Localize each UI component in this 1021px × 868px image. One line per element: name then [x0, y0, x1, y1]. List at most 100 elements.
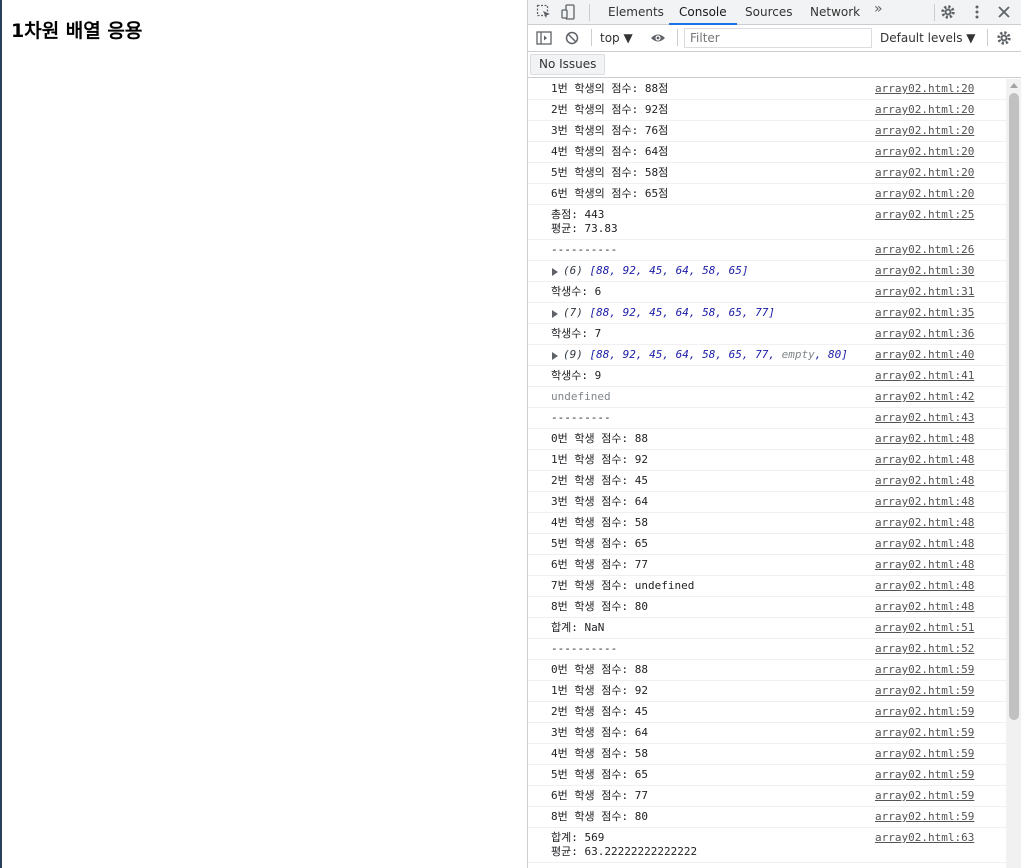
tab-network[interactable]: Network [810, 0, 860, 25]
array-item: 88 [596, 348, 610, 361]
source-link[interactable]: array02.html:48 [875, 495, 974, 509]
settings-gear-icon[interactable] [940, 4, 956, 20]
source-link[interactable]: array02.html:20 [875, 124, 974, 138]
console-message: 6번 학생 점수: 77 array02.html:48 [528, 555, 1006, 576]
array-item: 88 [596, 306, 610, 319]
console-message: undefined array02.html:42 [528, 387, 1006, 408]
source-link[interactable]: array02.html:59 [875, 684, 974, 698]
tab-elements[interactable]: Elements [608, 0, 664, 25]
array-item: 92 [622, 306, 636, 319]
source-link[interactable]: array02.html:59 [875, 726, 974, 740]
console-message: --------- array02.html:43 [528, 408, 1006, 429]
source-link[interactable]: array02.html:63 [875, 831, 974, 845]
close-icon[interactable] [996, 4, 1012, 20]
tab-console[interactable]: Console [669, 0, 737, 25]
console-scrollbar[interactable] [1006, 79, 1021, 868]
source-link[interactable]: array02.html:20 [875, 145, 974, 159]
console-settings-gear-icon[interactable] [996, 30, 1012, 46]
console-message-text: 0번 학생 점수: 88 [551, 432, 648, 445]
source-link[interactable]: array02.html:48 [875, 432, 974, 446]
log-levels-dropdown[interactable]: Default levels ▼ [880, 31, 976, 45]
source-link[interactable]: array02.html:25 [875, 208, 974, 222]
source-link[interactable]: array02.html:59 [875, 663, 974, 677]
console-message: 0번 학생 점수: 88 array02.html:48 [528, 429, 1006, 450]
toolbar-divider [987, 29, 988, 46]
console-array-preview[interactable]: (7) [88, 92, 45, 64, 58, 65, 77] [563, 306, 883, 320]
console-message: 5번 학생의 점수: 58점 array02.html:20 [528, 163, 1006, 184]
devtools-panel: Elements Console Sources Network » top ▼… [527, 0, 1021, 868]
source-link[interactable]: array02.html:43 [875, 411, 974, 425]
source-link[interactable]: array02.html:48 [875, 579, 974, 593]
console-message: (9) [88, 92, 45, 64, 58, 65, 77, empty, … [528, 345, 1006, 366]
tab-sources[interactable]: Sources [745, 0, 792, 25]
source-link[interactable]: array02.html:59 [875, 810, 974, 824]
console-message: 1번 학생 점수: 92 array02.html:59 [528, 681, 1006, 702]
clear-console-icon[interactable] [564, 30, 580, 46]
console-message-text: 5번 학생 점수: 65 [551, 768, 648, 781]
console-message-text: 1번 학생 점수: 92 [551, 453, 648, 466]
source-link[interactable]: array02.html:36 [875, 327, 974, 341]
source-link[interactable]: array02.html:59 [875, 747, 974, 761]
issues-button[interactable]: No Issues [530, 54, 606, 75]
source-link[interactable]: array02.html:59 [875, 705, 974, 719]
source-link[interactable]: array02.html:20 [875, 166, 974, 180]
array-item: 58 [702, 306, 716, 319]
source-link[interactable]: array02.html:48 [875, 516, 974, 530]
scrollbar-thumb[interactable] [1009, 93, 1019, 720]
expand-triangle-icon[interactable] [552, 352, 558, 360]
device-toolbar-icon[interactable] [561, 4, 577, 20]
source-link[interactable]: array02.html:42 [875, 390, 974, 404]
eye-icon[interactable] [650, 30, 666, 46]
expand-triangle-icon[interactable] [552, 310, 558, 318]
source-link[interactable]: array02.html:35 [875, 306, 974, 320]
source-link[interactable]: array02.html:40 [875, 348, 974, 362]
array-item: 64 [675, 264, 689, 277]
console-message: 3번 학생 점수: 64 array02.html:59 [528, 723, 1006, 744]
source-link[interactable]: array02.html:48 [875, 474, 974, 488]
source-link[interactable]: array02.html:48 [875, 537, 974, 551]
console-message-text: 4번 학생의 점수: 64점 [551, 145, 669, 158]
console-message-text: 학생수: 9 [551, 369, 602, 382]
source-link[interactable]: array02.html:20 [875, 82, 974, 96]
source-link[interactable]: array02.html:31 [875, 285, 974, 299]
source-link[interactable]: array02.html:41 [875, 369, 974, 383]
source-link[interactable]: array02.html:20 [875, 103, 974, 117]
sidebar-toggle-icon[interactable] [536, 30, 552, 46]
source-link[interactable]: array02.html:48 [875, 558, 974, 572]
source-link[interactable]: array02.html:59 [875, 768, 974, 782]
console-array-preview[interactable]: (9) [88, 92, 45, 64, 58, 65, 77, empty, … [563, 348, 883, 362]
context-selector[interactable]: top ▼ [600, 31, 633, 45]
filter-input[interactable] [684, 28, 872, 48]
console-message: 4번 학생 점수: 58 array02.html:48 [528, 513, 1006, 534]
source-link[interactable]: array02.html:26 [875, 243, 974, 257]
console-message: 학생수: 9 array02.html:41 [528, 366, 1006, 387]
more-tabs-button[interactable]: » [874, 1, 883, 17]
source-link[interactable]: array02.html:20 [875, 187, 974, 201]
toolbar-divider [677, 29, 678, 46]
source-link[interactable]: array02.html:48 [875, 453, 974, 467]
console-message-text: 5번 학생의 점수: 58점 [551, 166, 669, 179]
source-link[interactable]: array02.html:51 [875, 621, 974, 635]
source-link[interactable]: array02.html:48 [875, 600, 974, 614]
console-message-text: --------- [551, 411, 611, 424]
console-message-text: 5번 학생 점수: 65 [551, 537, 648, 550]
toolbar-divider [934, 4, 935, 21]
source-link[interactable]: array02.html:30 [875, 264, 974, 278]
console-message-text: 8번 학생 점수: 80 [551, 810, 648, 823]
console-array-preview[interactable]: (6) [88, 92, 45, 64, 58, 65] [563, 264, 883, 278]
console-message-text: 합계: NaN [551, 621, 605, 634]
console-message-text: 1번 학생의 점수: 88점 [551, 82, 669, 95]
array-item: 45 [649, 348, 663, 361]
array-item: 45 [649, 264, 663, 277]
source-link[interactable]: array02.html:59 [875, 789, 974, 803]
console-toolbar: top ▼ Default levels ▼ [528, 25, 1021, 52]
console-message-text: 학생수: 6 [551, 285, 602, 298]
console-message-text: 6번 학생 점수: 77 [551, 789, 648, 802]
inspect-element-icon[interactable] [536, 4, 552, 20]
scroll-up-arrow-icon[interactable] [1010, 83, 1018, 88]
kebab-menu-icon[interactable] [969, 4, 985, 20]
console-message: 2번 학생의 점수: 92점 array02.html:20 [528, 100, 1006, 121]
expand-triangle-icon[interactable] [552, 268, 558, 276]
source-link[interactable]: array02.html:52 [875, 642, 974, 656]
console-message: 8번 학생 점수: 80 array02.html:48 [528, 597, 1006, 618]
